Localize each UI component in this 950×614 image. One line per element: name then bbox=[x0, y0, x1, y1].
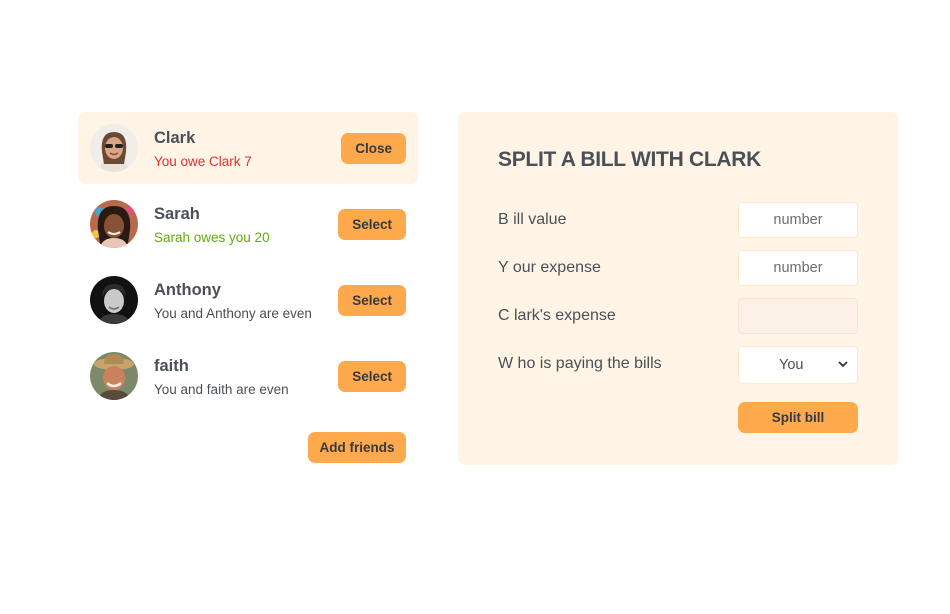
friend-name: Anthony bbox=[154, 281, 221, 299]
friend-name: Clark bbox=[154, 129, 196, 147]
add-friends-button[interactable]: Add friends bbox=[308, 432, 406, 463]
form-title: SPLIT A BILL WITH CLARK bbox=[498, 148, 761, 171]
select-button[interactable]: Select bbox=[338, 209, 406, 240]
payer-select[interactable]: You bbox=[738, 346, 858, 384]
avatar-sarah bbox=[90, 200, 138, 248]
friend-balance-status: You and Anthony are even bbox=[154, 306, 312, 321]
friend-item-sarah: Sarah Sarah owes you 20 Select bbox=[78, 188, 418, 260]
chevron-down-icon bbox=[838, 361, 848, 368]
friend-expense-label: C lark's expense bbox=[498, 307, 616, 324]
avatar-anthony bbox=[90, 276, 138, 324]
friend-name: Sarah bbox=[154, 205, 200, 223]
your-expense-input[interactable] bbox=[738, 250, 858, 286]
friend-name: faith bbox=[154, 357, 189, 375]
close-button[interactable]: Close bbox=[341, 133, 406, 164]
friend-balance-status: Sarah owes you 20 bbox=[154, 230, 270, 245]
payer-select-value: You bbox=[779, 357, 804, 373]
select-button[interactable]: Select bbox=[338, 285, 406, 316]
avatar-faith bbox=[90, 352, 138, 400]
friend-expense-input bbox=[738, 298, 858, 334]
friend-balance-status: You owe Clark 7 bbox=[154, 154, 252, 169]
avatar-clark bbox=[90, 124, 138, 172]
split-bill-button[interactable]: Split bill bbox=[738, 402, 858, 433]
friend-balance-status: You and faith are even bbox=[154, 382, 289, 397]
friends-list: Clark You owe Clark 7 Close Sarah Sarah … bbox=[78, 112, 418, 416]
your-expense-label: Y our expense bbox=[498, 259, 601, 276]
split-bill-form: SPLIT A BILL WITH CLARK B ill value Y ou… bbox=[458, 112, 898, 465]
friend-item-clark: Clark You owe Clark 7 Close bbox=[78, 112, 418, 184]
friend-item-faith: faith You and faith are even Select bbox=[78, 340, 418, 412]
bill-value-label: B ill value bbox=[498, 211, 567, 228]
payer-label: W ho is paying the bills bbox=[498, 355, 662, 372]
select-button[interactable]: Select bbox=[338, 361, 406, 392]
friend-item-anthony: Anthony You and Anthony are even Select bbox=[78, 264, 418, 336]
bill-value-input[interactable] bbox=[738, 202, 858, 238]
